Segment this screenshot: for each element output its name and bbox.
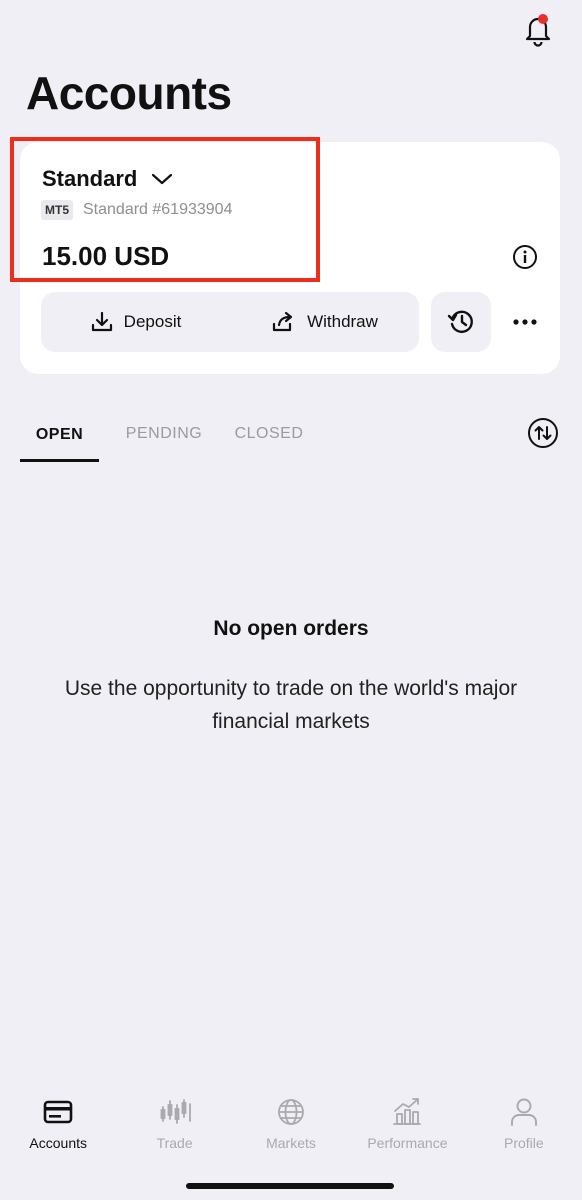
nav-label-accounts: Accounts: [29, 1135, 87, 1151]
nav-label-profile: Profile: [503, 1135, 544, 1151]
order-tabs: OPEN PENDING CLOSED: [20, 410, 314, 462]
tab-pending[interactable]: PENDING: [107, 410, 221, 458]
account-actions: Deposit Withdraw: [41, 292, 419, 352]
deposit-label: Deposit: [123, 312, 182, 331]
empty-state-title: No open orders: [213, 617, 369, 640]
card-icon: [43, 1100, 73, 1124]
highlight-annotation: [10, 137, 320, 282]
notification-badge: [538, 14, 548, 24]
sort-button[interactable]: [527, 417, 559, 449]
more-options-button[interactable]: [505, 307, 545, 337]
nav-label-markets: Markets: [266, 1135, 316, 1151]
download-icon: [91, 311, 112, 332]
share-out-icon: [272, 311, 293, 332]
more-dots-icon: [513, 319, 537, 325]
info-icon: [513, 245, 537, 269]
candles-icon: [160, 1099, 191, 1124]
deposit-button[interactable]: Deposit: [41, 292, 230, 352]
history-button[interactable]: [431, 292, 491, 352]
nav-item-profile[interactable]: Profile: [466, 1082, 582, 1172]
nav-label-trade: Trade: [156, 1135, 193, 1151]
bottom-nav: Accounts Trade Markets Performance Profi…: [0, 1082, 582, 1172]
nav-item-trade[interactable]: Trade: [116, 1082, 232, 1172]
person-icon: [510, 1098, 537, 1126]
withdraw-label: Withdraw: [307, 312, 378, 331]
sort-arrows-icon: [528, 418, 558, 448]
home-indicator[interactable]: [186, 1183, 394, 1189]
nav-item-markets[interactable]: Markets: [233, 1082, 349, 1172]
info-button[interactable]: [512, 244, 538, 270]
nav-item-accounts[interactable]: Accounts: [0, 1082, 116, 1172]
tab-open[interactable]: OPEN: [20, 410, 99, 462]
nav-label-performance: Performance: [367, 1135, 448, 1151]
nav-item-performance[interactable]: Performance: [349, 1082, 465, 1172]
growth-chart-icon: [393, 1098, 422, 1125]
withdraw-button[interactable]: Withdraw: [230, 292, 419, 352]
history-icon: [447, 310, 473, 333]
notification-bell-button[interactable]: [521, 12, 555, 48]
empty-state-message: Use the opportunity to trade on the worl…: [64, 677, 518, 733]
globe-icon: [278, 1099, 304, 1125]
tab-closed[interactable]: CLOSED: [224, 410, 314, 458]
page-title: Accounts: [26, 67, 232, 119]
